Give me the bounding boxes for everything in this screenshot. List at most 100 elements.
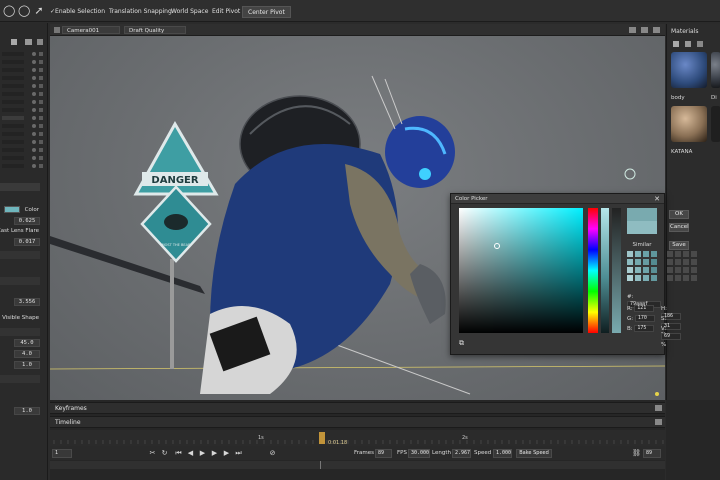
saved-swatch[interactable] bbox=[683, 267, 689, 273]
end-frame-field[interactable]: 89 bbox=[643, 449, 661, 458]
lock-icon[interactable] bbox=[39, 60, 43, 64]
lock-icon[interactable] bbox=[39, 148, 43, 152]
saved-swatch[interactable] bbox=[675, 251, 681, 257]
lock-icon[interactable] bbox=[39, 92, 43, 96]
saved-swatch[interactable] bbox=[675, 259, 681, 265]
bake-speed-button[interactable]: Bake Speed bbox=[516, 449, 552, 458]
visibility-icon[interactable] bbox=[32, 140, 36, 144]
similar-swatch[interactable] bbox=[635, 275, 641, 281]
alpha-slider[interactable] bbox=[612, 208, 621, 333]
lens-flare-field[interactable]: 0.017 bbox=[14, 238, 40, 246]
fps-field[interactable]: 30.000 bbox=[408, 449, 430, 458]
maximize-icon[interactable] bbox=[653, 27, 660, 33]
playhead[interactable] bbox=[319, 432, 325, 444]
intensity-field[interactable]: 0.625 bbox=[14, 217, 40, 225]
outliner-row[interactable] bbox=[2, 59, 46, 65]
scale-field[interactable]: 1.0 bbox=[14, 407, 40, 415]
saved-swatch[interactable] bbox=[691, 275, 697, 281]
visibility-icon[interactable] bbox=[32, 108, 36, 112]
visibility-icon[interactable] bbox=[32, 100, 36, 104]
eyedropper-icon[interactable]: ⧉ bbox=[459, 339, 467, 347]
saturation-value-field[interactable] bbox=[459, 208, 583, 333]
timeline-header[interactable]: Timeline bbox=[50, 416, 665, 428]
visibility-icon[interactable] bbox=[32, 164, 36, 168]
keyframes-header[interactable]: Keyframes bbox=[50, 402, 665, 414]
new-icon[interactable] bbox=[11, 39, 17, 45]
length-field[interactable]: 2.967 bbox=[452, 449, 471, 458]
circle-select-icon[interactable]: ◯ bbox=[3, 5, 15, 17]
center-pivot-button[interactable]: Center Pivot bbox=[242, 6, 291, 18]
cancel-button[interactable]: Cancel bbox=[669, 223, 689, 232]
visibility-icon[interactable] bbox=[32, 116, 36, 120]
viewport-layout-icon[interactable] bbox=[641, 27, 648, 33]
b-input[interactable]: 175 bbox=[634, 325, 655, 332]
v-input[interactable]: 69 bbox=[661, 333, 681, 340]
lock-icon[interactable] bbox=[39, 100, 43, 104]
outliner-row[interactable] bbox=[2, 99, 46, 105]
next-frame-icon[interactable]: ▶ bbox=[210, 449, 219, 458]
lock-icon[interactable] bbox=[39, 124, 43, 128]
outliner-row[interactable] bbox=[2, 115, 46, 121]
close-icon[interactable]: ✕ bbox=[653, 195, 661, 203]
r-input[interactable]: 121 bbox=[634, 305, 655, 312]
material-thumb-katana[interactable] bbox=[671, 106, 707, 142]
saved-swatch[interactable] bbox=[667, 251, 673, 257]
softness-field[interactable]: 4.0 bbox=[14, 350, 40, 358]
pointer-select-icon[interactable]: ➚ bbox=[33, 5, 45, 17]
shuffle-icon[interactable]: ✂ bbox=[148, 449, 157, 458]
similar-swatch[interactable] bbox=[627, 275, 633, 281]
sv-cursor[interactable] bbox=[494, 243, 500, 249]
timeline-ruler[interactable]: 1s 2s 0:01.18 bbox=[50, 430, 665, 446]
outliner-row[interactable] bbox=[2, 163, 46, 169]
outliner-row[interactable] bbox=[2, 107, 46, 113]
value-slider[interactable] bbox=[601, 208, 609, 333]
g-input[interactable]: 170 bbox=[634, 315, 655, 322]
falloff-field[interactable]: 1.0 bbox=[14, 361, 40, 369]
record-icon[interactable]: ⊘ bbox=[268, 449, 277, 458]
saved-swatch[interactable] bbox=[667, 267, 673, 273]
saved-swatch[interactable] bbox=[667, 259, 673, 265]
saved-swatch[interactable] bbox=[675, 275, 681, 281]
saved-swatch[interactable] bbox=[683, 251, 689, 257]
lock-icon[interactable] bbox=[39, 76, 43, 80]
saved-swatch[interactable] bbox=[683, 275, 689, 281]
outliner-row[interactable] bbox=[2, 139, 46, 145]
material-thumb-body[interactable] bbox=[671, 52, 707, 88]
visibility-icon[interactable] bbox=[32, 60, 36, 64]
similar-swatch[interactable] bbox=[635, 251, 641, 257]
saved-swatch[interactable] bbox=[691, 259, 697, 265]
outliner-row[interactable] bbox=[2, 155, 46, 161]
color-swatch[interactable] bbox=[4, 206, 20, 213]
quality-select[interactable]: Draft Quality bbox=[124, 26, 186, 34]
lock-icon[interactable] bbox=[39, 68, 43, 72]
similar-swatch[interactable] bbox=[643, 259, 649, 265]
add-material-icon[interactable] bbox=[673, 41, 679, 47]
go-start-icon[interactable]: ⏮ bbox=[174, 449, 183, 458]
delete-material-icon[interactable] bbox=[697, 41, 703, 47]
lock-icon[interactable] bbox=[39, 84, 43, 88]
similar-swatch[interactable] bbox=[635, 267, 641, 273]
ok-button[interactable]: OK bbox=[669, 210, 689, 219]
outliner-row[interactable] bbox=[2, 83, 46, 89]
similar-swatch[interactable] bbox=[643, 251, 649, 257]
similar-swatch[interactable] bbox=[651, 267, 657, 273]
visibility-icon[interactable] bbox=[32, 148, 36, 152]
similar-swatch[interactable] bbox=[635, 259, 641, 265]
link-icon[interactable]: ⛓ bbox=[632, 449, 641, 458]
similar-swatch[interactable] bbox=[643, 275, 649, 281]
save-button[interactable]: Save bbox=[669, 241, 689, 250]
loop-icon[interactable]: ↻ bbox=[160, 449, 169, 458]
world-space-toggle[interactable]: World Space bbox=[171, 6, 208, 18]
outliner-row[interactable] bbox=[2, 75, 46, 81]
similar-swatch[interactable] bbox=[651, 251, 657, 257]
duplicate-material-icon[interactable] bbox=[685, 41, 691, 47]
timeline-maximize-icon[interactable] bbox=[655, 419, 662, 425]
visibility-icon[interactable] bbox=[32, 76, 36, 80]
prev-key-icon[interactable]: ◀ bbox=[186, 449, 195, 458]
keyframes-maximize-icon[interactable] bbox=[655, 405, 662, 411]
lock-icon[interactable] bbox=[39, 156, 43, 160]
outliner-row[interactable] bbox=[2, 123, 46, 129]
lock-icon[interactable] bbox=[39, 116, 43, 120]
lock-icon[interactable] bbox=[39, 52, 43, 56]
saved-swatch[interactable] bbox=[691, 251, 697, 257]
